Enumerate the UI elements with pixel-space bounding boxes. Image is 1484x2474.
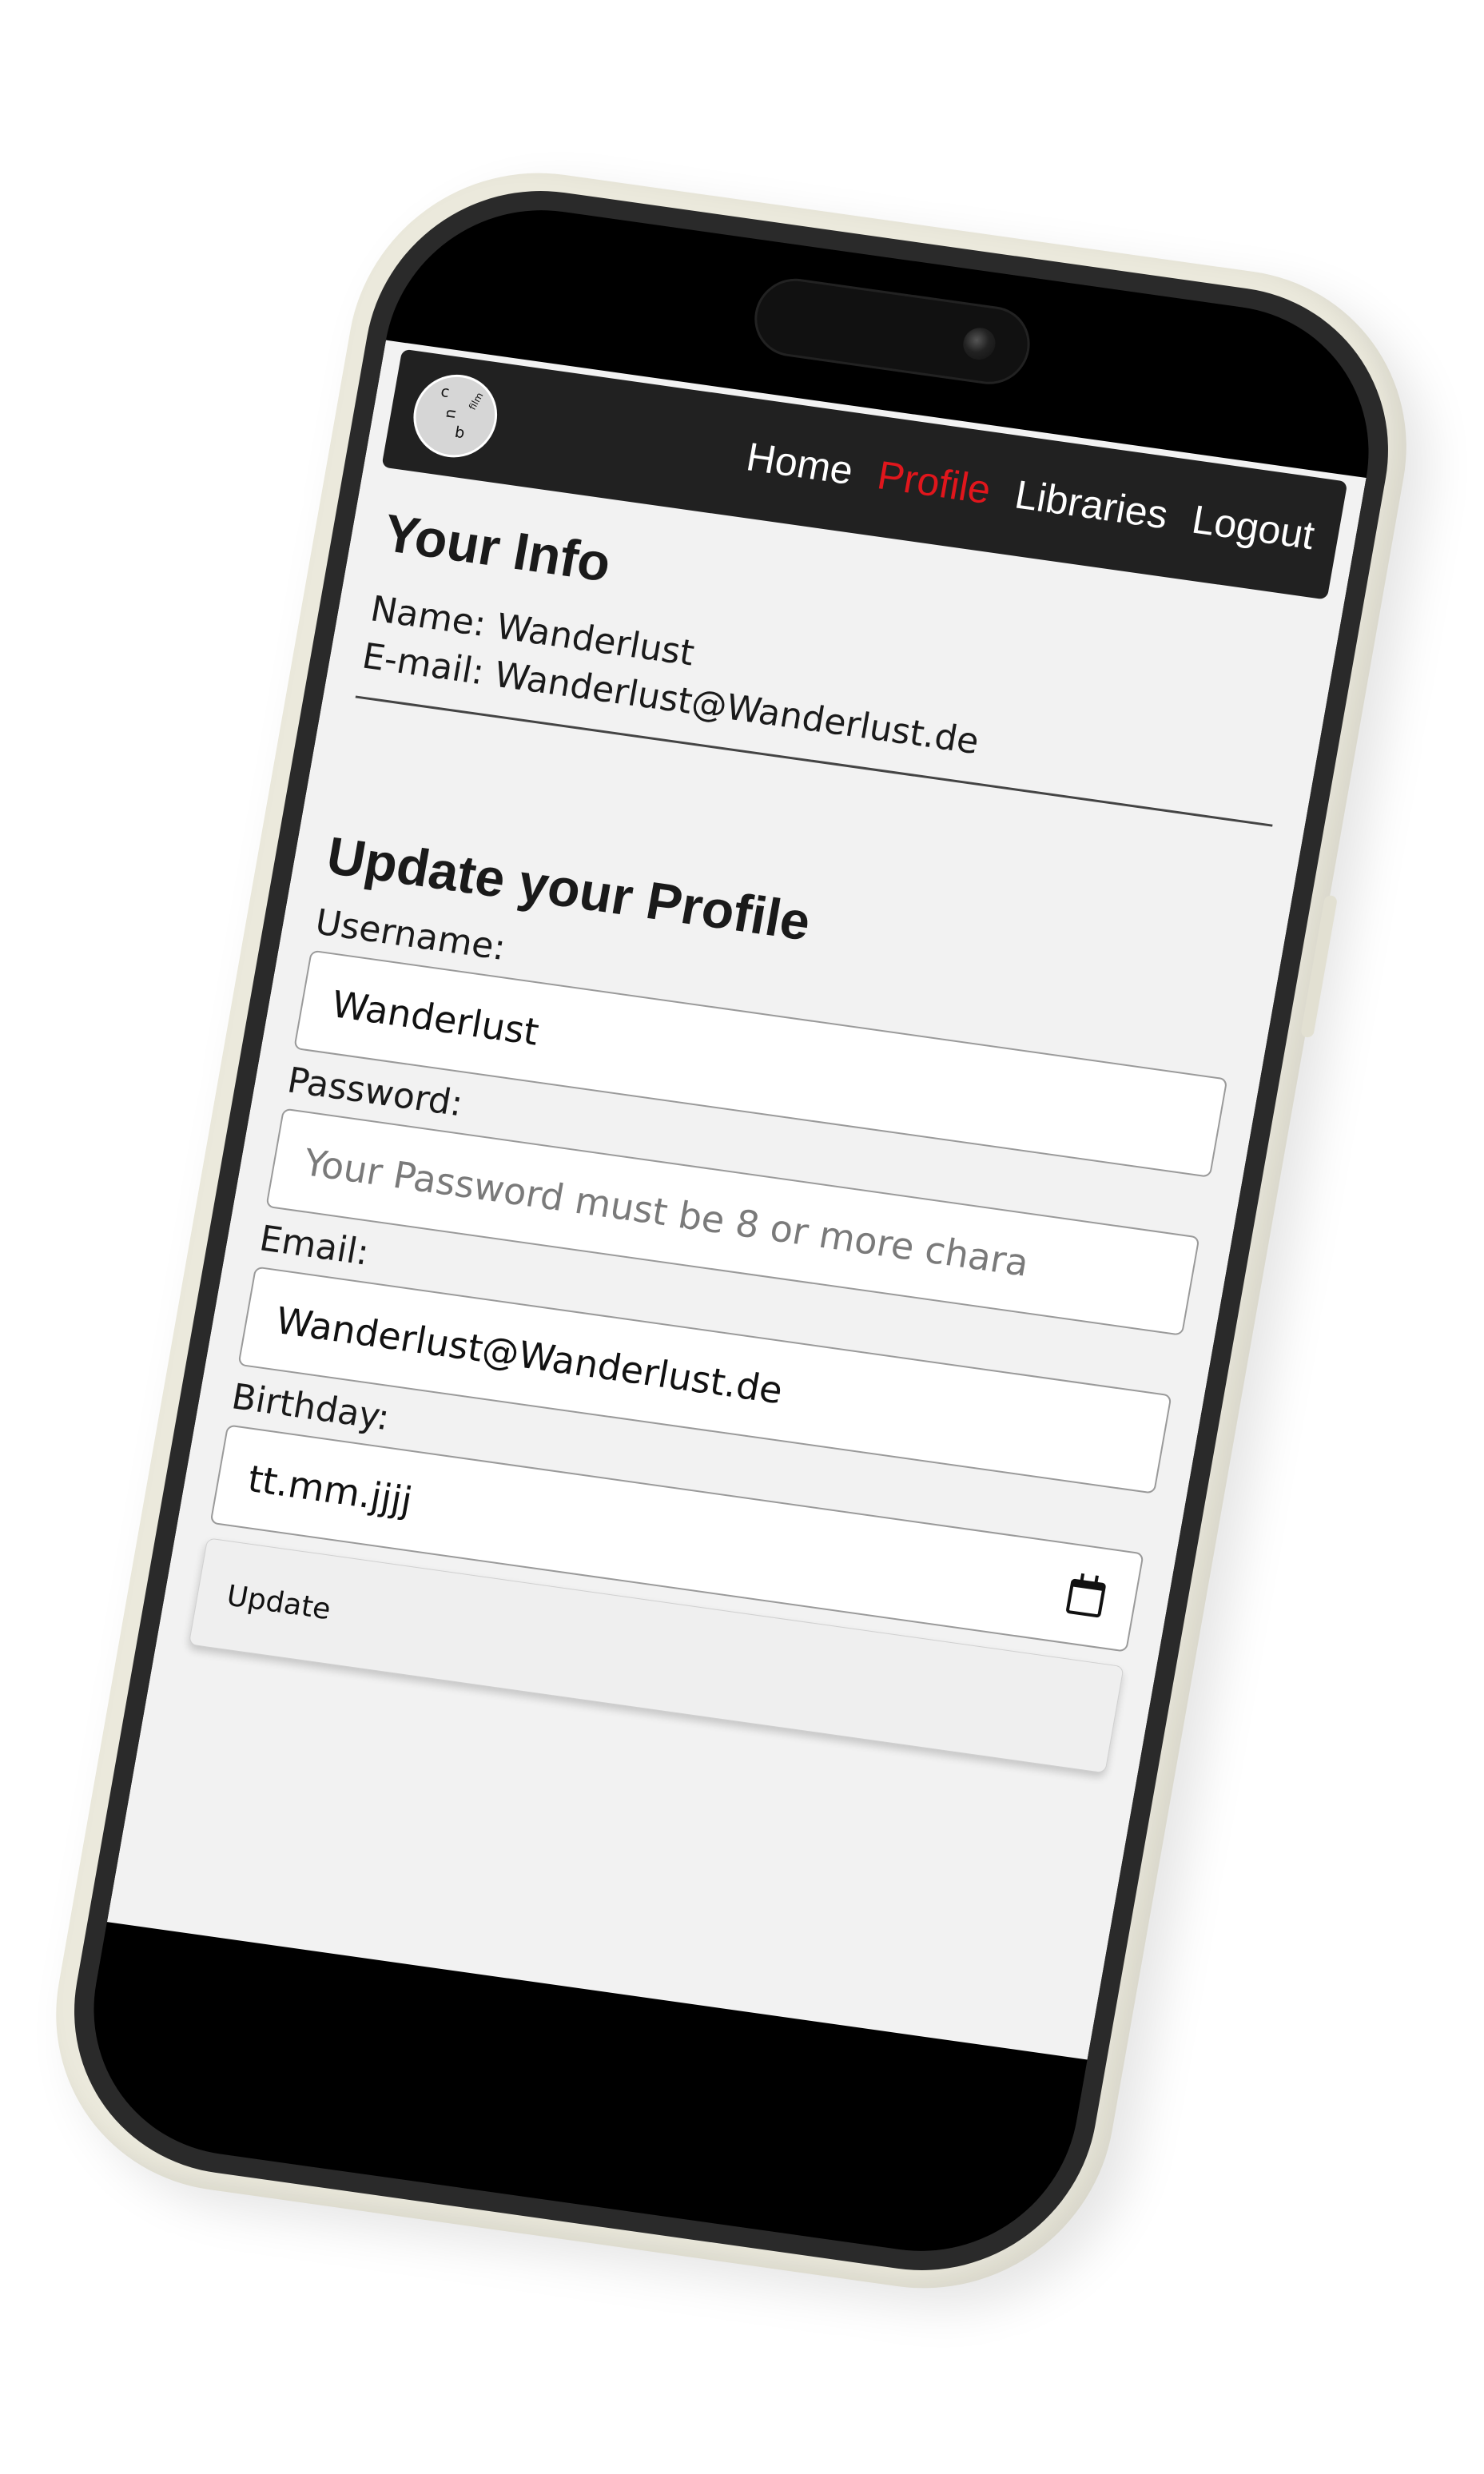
nav-profile-link[interactable]: Profile — [874, 451, 995, 513]
nav-home-link[interactable]: Home — [743, 433, 857, 494]
phone-screen: c u film b Home Profile Libraries Logout… — [70, 190, 1393, 2271]
site-logo[interactable]: c u film b — [407, 369, 504, 463]
nav-links: Home Profile Libraries Logout — [743, 433, 1318, 559]
web-page: c u film b Home Profile Libraries Logout… — [106, 340, 1367, 2060]
stage: c u film b Home Profile Libraries Logout… — [0, 0, 1484, 2474]
calendar-icon[interactable] — [1065, 1578, 1107, 1618]
logo-letter-c: c — [439, 383, 452, 402]
logo-letter-b: b — [453, 423, 467, 443]
camera-icon — [961, 325, 998, 362]
update-profile-form: Update your Profile Username: Password: … — [188, 825, 1250, 1774]
dynamic-island — [748, 273, 1036, 390]
logo-word-film: film — [466, 390, 486, 412]
logo-letter-u: u — [442, 408, 462, 420]
phone-mockup: c u film b Home Profile Libraries Logout… — [26, 149, 1436, 2313]
nav-logout-link[interactable]: Logout — [1188, 496, 1318, 559]
nav-libraries-link[interactable]: Libraries — [1012, 471, 1172, 539]
